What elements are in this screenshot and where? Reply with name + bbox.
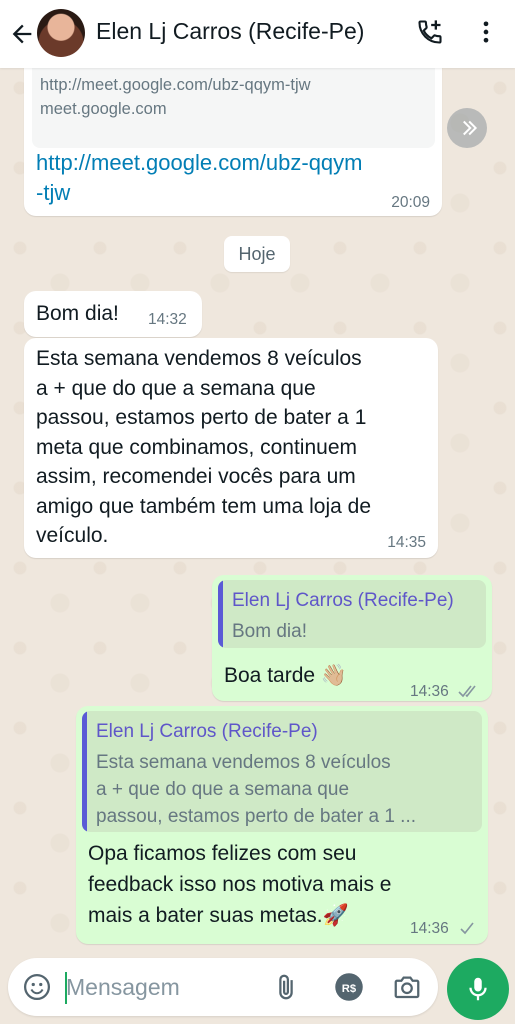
link-preview-domain: meet.google.com (40, 100, 167, 118)
quote-bar (82, 711, 87, 832)
more-options-icon[interactable] (472, 18, 500, 46)
attachment-icon[interactable] (271, 972, 301, 1002)
message-time: 14:32 (148, 311, 187, 328)
quote-author: Elen Lj Carros (Recife-Pe) (232, 590, 454, 611)
voice-message-button[interactable] (447, 958, 509, 1020)
message-bubble-incoming[interactable]: Esta semana vendemos 8 veículos a + que … (24, 338, 438, 558)
microphone-icon (469, 977, 487, 1001)
emoji-icon[interactable] (22, 972, 52, 1002)
forward-icon (463, 120, 478, 136)
quote-bar (218, 580, 223, 648)
quote-text: Esta semana vendemos 8 veículos a + que … (96, 752, 417, 827)
quote-text: Bom dia! (232, 621, 307, 642)
contact-name[interactable]: Elen Lj Carros (Recife-Pe) (96, 18, 364, 45)
back-arrow-icon[interactable] (8, 20, 36, 48)
message-bubble-outgoing[interactable]: Elen Lj Carros (Recife-Pe) Bom dia! Boa … (212, 575, 492, 701)
rocket-emoji: 🚀 (322, 904, 349, 927)
chat-area[interactable]: http://meet.google.com/ubz-qqym-tjw meet… (0, 68, 515, 948)
message-link[interactable]: http://meet.google.com/ubz-qqym -tjw (36, 148, 363, 208)
svg-text:R$: R$ (342, 983, 357, 995)
waving-hand-emoji: 👋🏼 (320, 664, 348, 687)
message-text: Boa tarde 👋🏼 (224, 664, 348, 687)
chat-header: Elen Lj Carros (Recife-Pe) (0, 0, 515, 68)
link-message-bubble[interactable]: http://meet.google.com/ubz-qqym-tjw meet… (24, 68, 442, 216)
link-preview-card[interactable]: http://meet.google.com/ubz-qqym-tjw meet… (32, 68, 435, 148)
double-check-icon (458, 685, 476, 698)
date-separator: Hoje (224, 236, 290, 272)
message-text: Bom dia! (36, 302, 119, 325)
message-time: 14:36 (410, 920, 449, 937)
message-input[interactable] (66, 972, 266, 1002)
quoted-message[interactable]: Elen Lj Carros (Recife-Pe) Esta semana v… (82, 711, 482, 832)
message-time: 14:35 (387, 534, 426, 551)
message-bubble-incoming[interactable]: Bom dia! 14:32 (24, 291, 202, 337)
message-composer: R$ (8, 958, 438, 1016)
message-bubble-outgoing[interactable]: Elen Lj Carros (Recife-Pe) Esta semana v… (76, 706, 488, 944)
quoted-message[interactable]: Elen Lj Carros (Recife-Pe) Bom dia! (218, 580, 486, 648)
contact-avatar[interactable] (37, 9, 85, 57)
message-time: 20:09 (391, 194, 430, 211)
message-text: Opa ficamos felizes com seu feedback iss… (88, 842, 392, 927)
single-check-icon (460, 922, 474, 935)
message-text: Esta semana vendemos 8 veículos a + que … (36, 347, 372, 547)
add-call-icon[interactable] (416, 18, 444, 46)
link-preview-url: http://meet.google.com/ubz-qqym-tjw (40, 76, 311, 94)
text-cursor (65, 972, 67, 1004)
payment-icon[interactable]: R$ (334, 972, 364, 1002)
camera-icon[interactable] (392, 972, 422, 1002)
forward-button[interactable] (447, 108, 487, 148)
quote-author: Elen Lj Carros (Recife-Pe) (96, 721, 318, 742)
message-time: 14:36 (410, 683, 449, 700)
